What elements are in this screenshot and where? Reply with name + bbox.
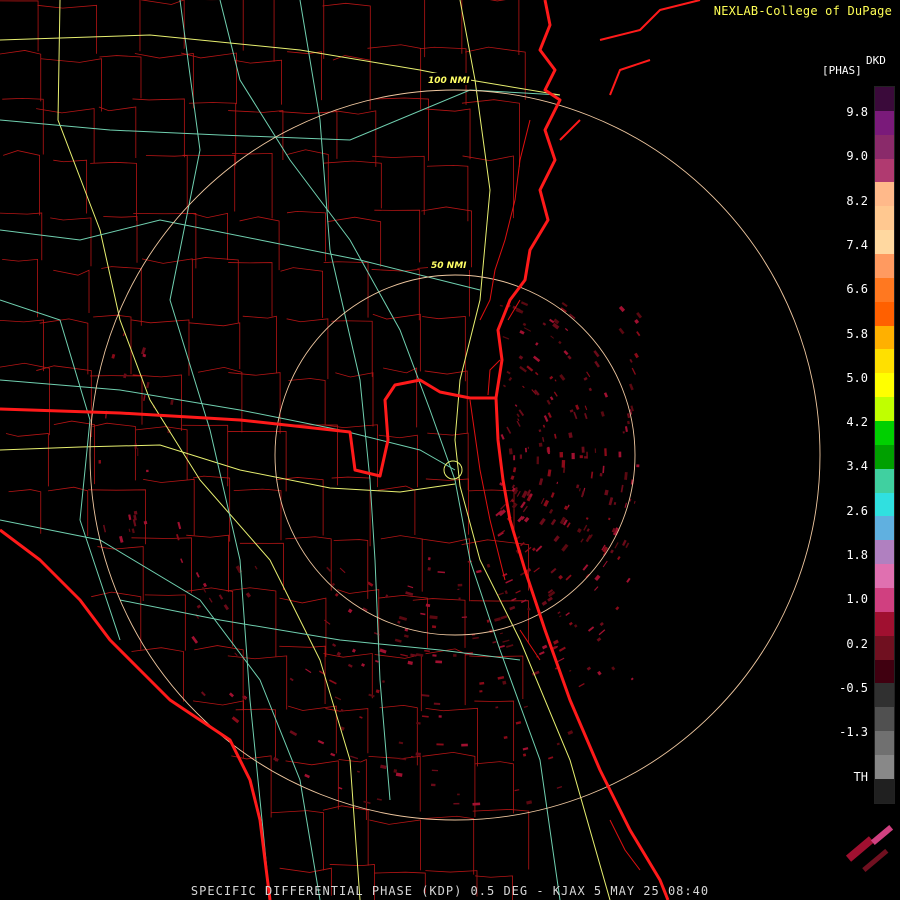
echo-gate — [636, 464, 640, 468]
legend-color-step — [875, 87, 894, 111]
echo-gate — [393, 769, 398, 773]
legend-color-step — [875, 277, 894, 302]
echo-gate — [436, 743, 444, 746]
legend-tick-label: 7.4 — [846, 237, 868, 252]
echo-gate — [586, 451, 588, 459]
legend-tick-label: 1.0 — [846, 592, 868, 607]
legend-color-step — [875, 635, 894, 660]
legend-color-step — [875, 683, 894, 708]
echo-gate — [98, 460, 101, 464]
legend-color-step — [875, 731, 894, 756]
legend-tick-label: -0.5 — [839, 680, 868, 695]
echo-gate — [479, 690, 483, 693]
echo-gate — [599, 472, 603, 477]
legend-color-step — [875, 492, 894, 517]
echo-gate — [536, 456, 539, 465]
legend-tick-label: TH — [853, 769, 868, 784]
legend-color-step — [875, 755, 894, 779]
echo-gate — [519, 454, 523, 459]
echo-gate — [432, 654, 437, 657]
legend-color-step — [875, 516, 894, 541]
echo-gate — [431, 625, 437, 629]
legend-color-step — [875, 206, 894, 231]
legend-color-step — [875, 421, 894, 445]
echo-gate — [538, 442, 543, 447]
legend-color-step — [875, 254, 894, 278]
legend-units: [PHAS] — [822, 64, 862, 77]
echo-gate — [457, 793, 460, 796]
echo-gate — [581, 446, 585, 453]
legend-color-step — [875, 707, 894, 732]
echo-gate — [137, 447, 139, 456]
echo-gate — [143, 520, 148, 525]
legend-tick-label: 1.8 — [846, 548, 868, 562]
legend-tick-label: 5.0 — [846, 370, 868, 385]
radar-map: 100 NMI 50 NMI — [0, 0, 900, 900]
legend-tick-label: 8.2 — [846, 193, 868, 208]
echo-gate — [438, 715, 442, 718]
legend-color-step — [875, 301, 894, 326]
legend-color-step — [875, 778, 894, 803]
legend-tick-label: 0.2 — [846, 636, 868, 651]
echo-gate — [527, 446, 530, 449]
echo-gate — [458, 597, 461, 601]
echo-gate — [457, 583, 463, 587]
range-ring-label-100: 100 NMI — [428, 76, 470, 86]
legend-color-step — [875, 540, 894, 565]
echo-gate — [433, 702, 441, 706]
echo-gate — [461, 743, 468, 747]
legend-product: DKD — [866, 54, 886, 67]
legend-color-step — [875, 397, 894, 422]
echo-gate — [559, 451, 564, 458]
legend-tick-label: 5.8 — [846, 326, 868, 341]
legend-color-step — [875, 564, 894, 589]
legend-color-step — [875, 158, 894, 183]
legend-color-step — [875, 588, 894, 612]
echo-gate — [133, 510, 138, 515]
legend-color-step — [875, 611, 894, 636]
legend-colorbar — [874, 86, 895, 804]
echo-gate — [435, 660, 443, 664]
legend-color-step — [875, 373, 894, 398]
echo-gate — [561, 459, 566, 468]
echo-gate — [594, 448, 597, 453]
legend-tick-label: 2.6 — [846, 503, 868, 518]
echo-gate — [457, 588, 460, 590]
legend-color-step — [875, 110, 894, 135]
legend-tick-label: 9.8 — [846, 105, 868, 119]
echo-gate — [453, 654, 457, 657]
legend-tick-label: 9.0 — [846, 149, 868, 164]
echo-gate — [618, 451, 622, 458]
legend-color-step — [875, 659, 894, 684]
legend-color-step — [875, 325, 894, 350]
echo-gate — [584, 456, 587, 459]
legend-color-step — [875, 444, 894, 469]
legend-color-step — [875, 230, 894, 255]
legend-tick-label: 4.2 — [846, 415, 868, 430]
legend-tick-label: -1.3 — [839, 725, 868, 740]
echo-gate — [513, 455, 516, 461]
echo-gate — [415, 752, 421, 757]
echo-gate — [431, 783, 436, 787]
legend-color-step — [875, 134, 894, 159]
legend-color-step — [875, 349, 894, 374]
echo-gate — [579, 455, 583, 459]
echo-gate — [453, 802, 460, 805]
echo-gate — [571, 452, 575, 460]
echo-gate — [472, 802, 481, 806]
echo-gate — [604, 448, 607, 457]
legend-tick-label: 3.4 — [846, 459, 868, 474]
echo-gate — [622, 431, 625, 434]
product-footer: SPECIFIC DIFFERENTIAL PHASE (KDP) 0.5 DE… — [190, 884, 710, 898]
echo-gate — [146, 469, 149, 473]
legend-color-step — [875, 182, 894, 207]
credit-label: NEXLAB-College of DuPage — [713, 4, 892, 18]
legend-color-step — [875, 468, 894, 493]
range-ring-label-50: 50 NMI — [431, 261, 467, 271]
legend-tick-label: 6.6 — [846, 282, 868, 297]
